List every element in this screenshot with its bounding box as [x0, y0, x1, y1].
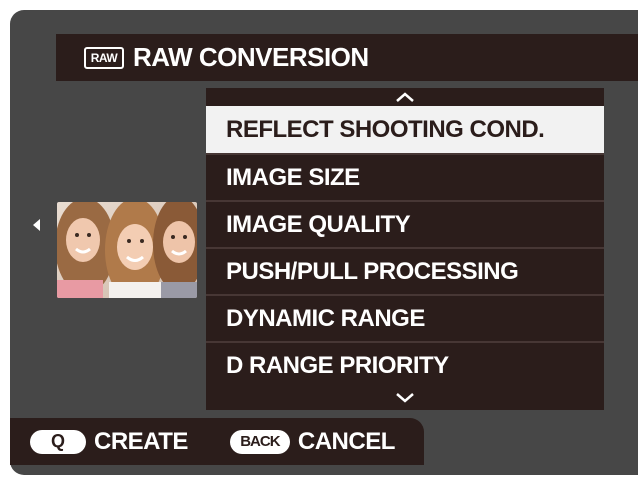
photo-thumbnail-icon: [57, 202, 197, 298]
chevron-down-icon[interactable]: [394, 391, 416, 403]
create-label: CREATE: [94, 427, 188, 455]
menu-item-push-pull-processing[interactable]: PUSH/PULL PROCESSING: [206, 247, 604, 294]
photo-thumbnail: [57, 202, 197, 298]
camera-frame: RAW RAW CONVERSION REFLECT SHOOTING COND…: [0, 0, 638, 482]
left-arrow-icon[interactable]: [33, 219, 40, 231]
chevron-up-icon[interactable]: [394, 91, 416, 103]
page-title: RAW CONVERSION: [133, 42, 369, 72]
scroll-down-row[interactable]: [206, 388, 604, 406]
bottom-bar: Q CREATE BACK CANCEL: [10, 418, 424, 465]
menu-item-reflect-shooting-cond[interactable]: REFLECT SHOOTING COND.: [206, 106, 604, 153]
cancel-label: CANCEL: [297, 427, 396, 455]
title-bar: RAW RAW CONVERSION: [56, 34, 638, 81]
scroll-up-row[interactable]: [206, 88, 604, 106]
menu-list: REFLECT SHOOTING COND. IMAGE SIZE IMAGE …: [206, 88, 604, 410]
menu-item-image-size[interactable]: IMAGE SIZE: [206, 153, 604, 200]
raw-icon: RAW: [84, 46, 124, 69]
back-button[interactable]: BACK: [229, 429, 290, 454]
menu-item-dynamic-range[interactable]: DYNAMIC RANGE: [206, 294, 604, 341]
q-button[interactable]: Q: [30, 429, 86, 454]
menu-item-d-range-priority[interactable]: D RANGE PRIORITY: [206, 341, 604, 388]
menu-item-image-quality[interactable]: IMAGE QUALITY: [206, 200, 604, 247]
